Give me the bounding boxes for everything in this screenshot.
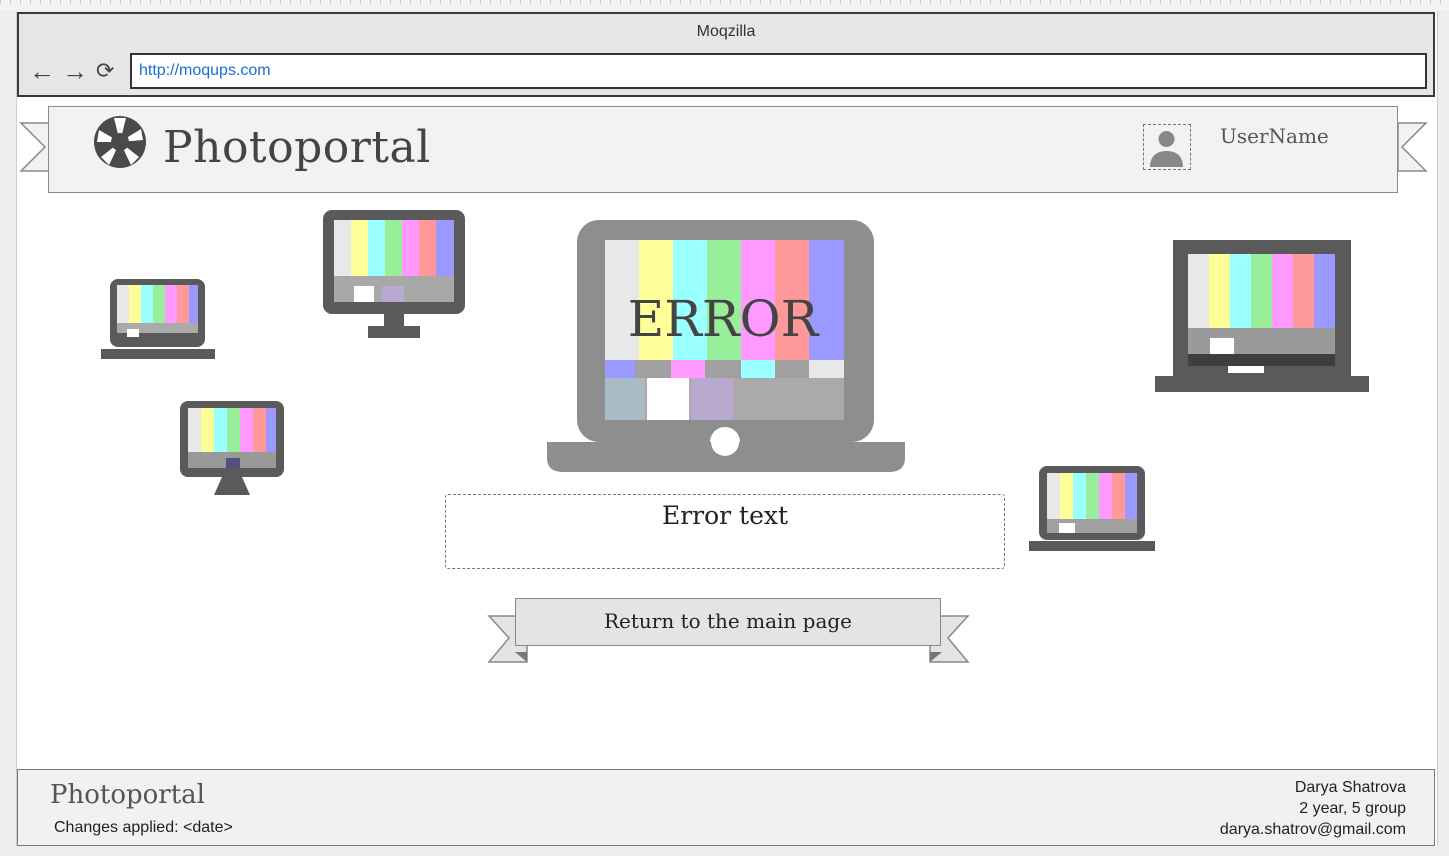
monitor-icon bbox=[323, 210, 465, 338]
mockup-canvas: Moqzilla ← → ⟳ http://moqups.com Photopo… bbox=[16, 12, 1438, 846]
browser-toolbar: Moqzilla ← → ⟳ http://moqups.com bbox=[17, 12, 1435, 97]
small-monitor-icon bbox=[180, 401, 284, 495]
footer-author-info: Darya Shatrova 2 year, 5 group darya.sha… bbox=[1220, 777, 1406, 840]
site-footer: Photoportal Changes applied: <date> Dary… bbox=[17, 769, 1435, 846]
footer-author-email[interactable]: darya.shatrov@gmail.com bbox=[1220, 819, 1406, 840]
laptop-right-icon bbox=[1155, 240, 1369, 392]
user-avatar-icon[interactable] bbox=[1143, 124, 1191, 170]
error-text-box: Error text bbox=[445, 494, 1005, 569]
browser-title: Moqzilla bbox=[696, 23, 756, 40]
header-ribbon-right bbox=[1397, 122, 1428, 172]
camera-aperture-icon[interactable] bbox=[93, 115, 147, 169]
reload-icon[interactable]: ⟳ bbox=[96, 58, 114, 84]
footer-author-group: 2 year, 5 group bbox=[1299, 800, 1406, 817]
small-laptop-icon bbox=[101, 279, 215, 359]
header-ribbon-left bbox=[19, 122, 50, 172]
error-heading: ERROR bbox=[627, 290, 819, 348]
footer-changes-applied: Changes applied: <date> bbox=[54, 819, 233, 836]
footer-author-name: Darya Shatrova bbox=[1294, 779, 1406, 796]
arrow-right-icon[interactable]: → bbox=[62, 58, 88, 84]
arrow-left-icon[interactable]: ← bbox=[29, 58, 55, 84]
return-main-page-button[interactable]: Return to the main page bbox=[515, 598, 941, 646]
site-title[interactable]: Photoportal bbox=[163, 122, 431, 173]
small-laptop-right-icon bbox=[1029, 466, 1155, 551]
url-field[interactable]: http://moqups.com bbox=[130, 53, 1427, 89]
username-label[interactable]: UserName bbox=[1220, 124, 1329, 148]
top-ruler bbox=[0, 0, 1449, 10]
footer-site-name: Photoportal bbox=[50, 780, 205, 810]
